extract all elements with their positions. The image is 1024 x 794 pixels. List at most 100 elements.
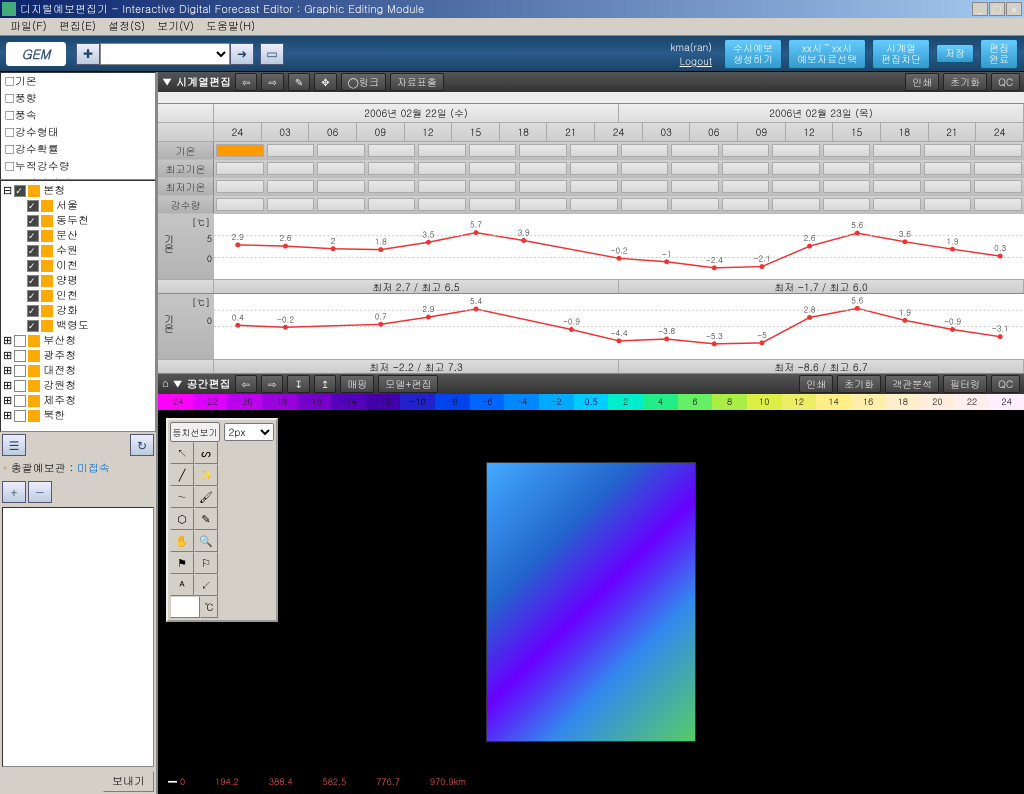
map-out-icon[interactable]: ↥: [314, 375, 336, 393]
tool-color[interactable]: [170, 596, 200, 618]
variable-item[interactable]: □풍속: [1, 107, 155, 124]
slot-cell[interactable]: [570, 162, 618, 175]
slot-cell[interactable]: [621, 198, 669, 211]
map-in-icon[interactable]: ↧: [287, 375, 309, 393]
send-button[interactable]: 보내기: [103, 771, 154, 792]
slot-cell[interactable]: [267, 180, 315, 193]
slot-cell[interactable]: [418, 198, 466, 211]
collapse-icon[interactable]: ▼: [162, 75, 172, 90]
tree-item[interactable]: ⊞제주청: [3, 393, 153, 408]
nav-prev-icon[interactable]: ⇦: [235, 73, 257, 91]
tree-item[interactable]: ⊞부산청: [3, 333, 153, 348]
tool-pick[interactable]: ↙: [194, 574, 218, 596]
slot-cell[interactable]: [722, 198, 770, 211]
map-collapse-icon[interactable]: ▼: [173, 377, 183, 392]
ts-qc-button[interactable]: QC: [991, 73, 1020, 91]
slot-cell[interactable]: [317, 198, 365, 211]
slot-cell[interactable]: [772, 144, 820, 157]
model-edit-button[interactable]: 모델+편집: [378, 375, 438, 393]
slot-cell[interactable]: [924, 180, 972, 193]
generate-forecast-button[interactable]: 수시예보 생성하기: [724, 39, 782, 69]
tool-mark[interactable]: ⚐: [194, 552, 218, 574]
slot-cell[interactable]: [974, 180, 1022, 193]
map-prev-icon[interactable]: ⇦: [235, 375, 257, 393]
variable-item[interactable]: □강수형태: [1, 124, 155, 141]
slot-cell[interactable]: [924, 162, 972, 175]
slot-cell[interactable]: [519, 162, 567, 175]
slot-cell[interactable]: [418, 144, 466, 157]
tree-item[interactable]: 수원: [3, 243, 153, 258]
slot-cell[interactable]: [469, 180, 517, 193]
variable-item[interactable]: □강수확률: [1, 141, 155, 158]
logout-link[interactable]: Logout: [680, 54, 712, 68]
tree-item[interactable]: 백령도: [3, 318, 153, 333]
variable-item[interactable]: □누적강수량: [1, 158, 155, 175]
map-next-icon[interactable]: ⇨: [261, 375, 283, 393]
slot-cell[interactable]: [772, 198, 820, 211]
slot-cell[interactable]: [722, 180, 770, 193]
slot-cell[interactable]: [317, 180, 365, 193]
slot-cell[interactable]: [216, 144, 264, 157]
block-edit-button[interactable]: 시계열 편집차단: [872, 39, 930, 69]
slot-cell[interactable]: [418, 162, 466, 175]
tree-item[interactable]: ⊟본청: [3, 183, 153, 198]
select-data-button[interactable]: xx시～xx시 예보자료선택: [788, 39, 866, 69]
ts-reset-button[interactable]: 초기화: [943, 73, 987, 91]
slot-cell[interactable]: [519, 198, 567, 211]
slot-cell[interactable]: [823, 162, 871, 175]
tree-item[interactable]: 양평: [3, 273, 153, 288]
tree-item[interactable]: ⊞강원청: [3, 378, 153, 393]
slot-cell[interactable]: [570, 144, 618, 157]
menu-view[interactable]: 보기(V): [151, 19, 200, 34]
minimize-button[interactable]: _: [972, 2, 988, 16]
slot-cell[interactable]: [823, 198, 871, 211]
slot-cell[interactable]: [671, 198, 719, 211]
slot-cell[interactable]: [873, 180, 921, 193]
menu-help[interactable]: 도움말(H): [200, 19, 261, 34]
tool-arrow[interactable]: ↖: [170, 442, 194, 464]
slot-cell[interactable]: [469, 198, 517, 211]
slot-cell[interactable]: [418, 180, 466, 193]
filter-button[interactable]: 필터링: [943, 375, 987, 393]
slot-cell[interactable]: [671, 162, 719, 175]
close-button[interactable]: ×: [1006, 2, 1022, 16]
tool-hand[interactable]: ✋: [170, 530, 194, 552]
slot-cell[interactable]: [216, 198, 264, 211]
tree-item[interactable]: 인천: [3, 288, 153, 303]
slot-cell[interactable]: [267, 198, 315, 211]
main-selector[interactable]: [100, 43, 230, 65]
slot-cell[interactable]: [267, 144, 315, 157]
nav-next-icon[interactable]: ⇨: [261, 73, 283, 91]
slot-cell[interactable]: [216, 162, 264, 175]
tool-poly[interactable]: ⬡: [170, 508, 194, 530]
tool-text[interactable]: ᴬ: [170, 574, 194, 596]
slot-cell[interactable]: [317, 162, 365, 175]
analysis-button[interactable]: 객관분석: [885, 375, 939, 393]
tree-item[interactable]: ⊞북한: [3, 408, 153, 423]
tree-item[interactable]: 강화: [3, 303, 153, 318]
tool-wand[interactable]: ✨: [194, 464, 218, 486]
slot-cell[interactable]: [974, 144, 1022, 157]
slot-cell[interactable]: [621, 144, 669, 157]
tool-zoom[interactable]: 🔍: [194, 530, 218, 552]
slot-cell[interactable]: [873, 162, 921, 175]
msg-add-icon[interactable]: +: [2, 481, 26, 503]
slot-cell[interactable]: [924, 198, 972, 211]
variable-item[interactable]: □기온: [1, 73, 155, 90]
map-canvas[interactable]: 등치선보기 2px ↖ᔕ ╱✨ ∼🖌 ⬡✎ ✋🔍 ⚑⚐ ᴬ↙ ℃ ▬ 0194.…: [158, 410, 1024, 794]
tree-item[interactable]: 문산: [3, 228, 153, 243]
menu-file[interactable]: 파일(F): [4, 19, 53, 34]
slot-cell[interactable]: [621, 162, 669, 175]
tool-line[interactable]: ╱: [170, 464, 194, 486]
slot-cell[interactable]: [317, 144, 365, 157]
slot-cell[interactable]: [772, 162, 820, 175]
maximize-button[interactable]: □: [989, 2, 1005, 16]
slot-cell[interactable]: [974, 162, 1022, 175]
ts-print-button[interactable]: 인쇄: [905, 73, 939, 91]
map-qc-button[interactable]: QC: [991, 375, 1020, 393]
menu-setting[interactable]: 설정(S): [102, 19, 151, 34]
slot-cell[interactable]: [772, 180, 820, 193]
display-button[interactable]: 자료표출: [390, 73, 444, 91]
tool-flag[interactable]: ⚑: [170, 552, 194, 574]
slot-cell[interactable]: [722, 144, 770, 157]
